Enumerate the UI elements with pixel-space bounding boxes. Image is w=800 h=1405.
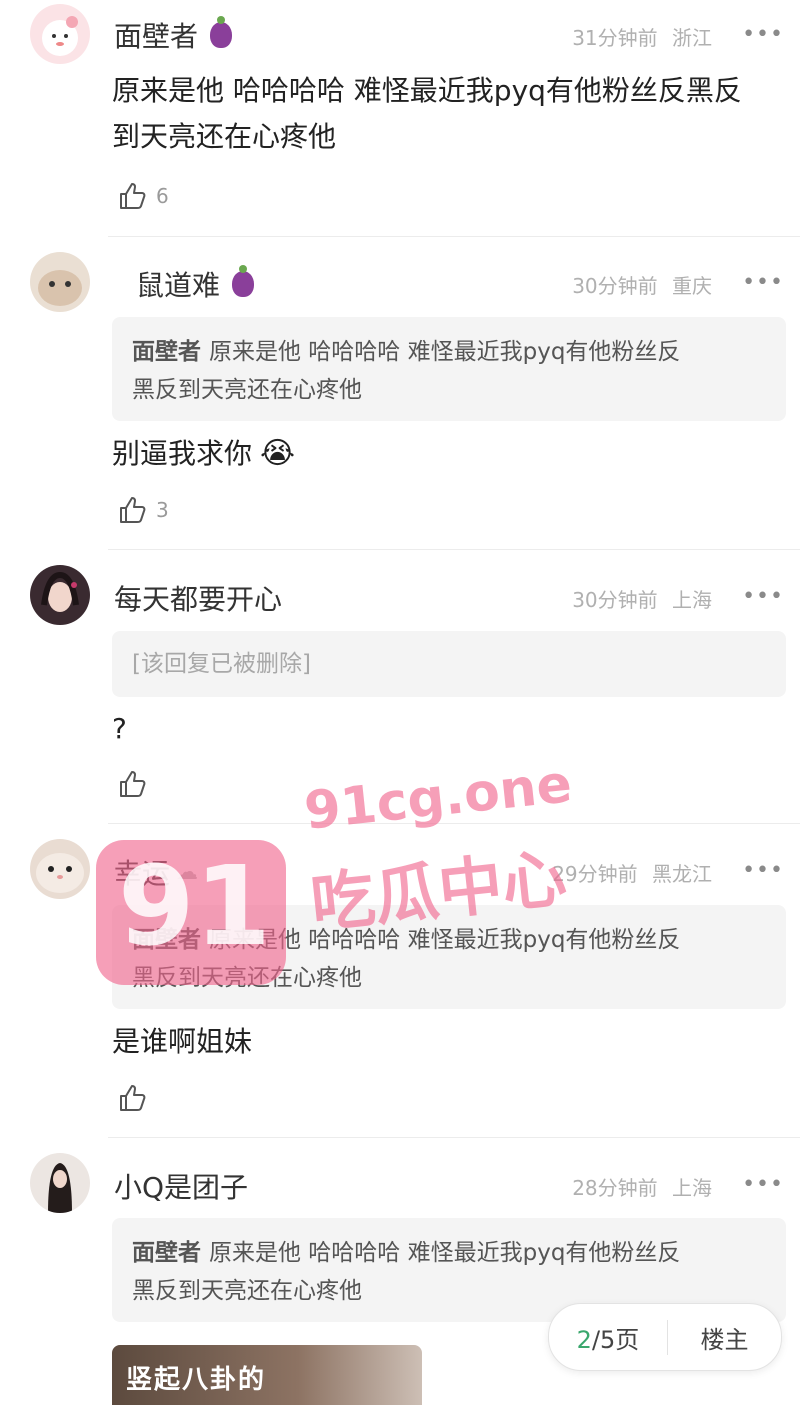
quoted-text-line: 黑反到天亮还在心疼他 xyxy=(132,377,362,403)
quoted-text-line: 黑反到天亮还在心疼他 xyxy=(132,965,362,991)
like-button[interactable] xyxy=(116,768,148,800)
like-button[interactable] xyxy=(116,1082,148,1114)
username-label: 小Q是团子 xyxy=(114,1171,249,1204)
quoted-reply[interactable]: 面壁者 原来是他 哈哈哈哈 难怪最近我pyq有他粉丝反 黑反到天亮还在心疼他 xyxy=(112,317,786,421)
comment-text: ? xyxy=(112,706,127,752)
crying-emoji-icon: 😭 xyxy=(260,436,296,471)
thumbs-up-icon xyxy=(120,1085,146,1111)
like-count: 6 xyxy=(156,184,169,208)
comment-time: 29分钟前 xyxy=(552,862,638,886)
avatar[interactable] xyxy=(30,4,90,64)
more-options-icon[interactable]: ••• xyxy=(742,584,784,609)
avatar-portrait-icon xyxy=(48,1163,72,1213)
more-options-icon[interactable]: ••• xyxy=(742,270,784,295)
comment-text-line: 原来是他 哈哈哈哈 难怪最近我pyq有他粉丝反黑反 xyxy=(112,74,742,107)
avatar[interactable] xyxy=(30,1153,90,1213)
comment-location: 黑龙江 xyxy=(652,862,712,886)
comment-text: 是谁啊姐妹 xyxy=(112,1019,252,1065)
comment-meta: 30分钟前 上海 xyxy=(572,584,712,613)
current-page: 2 xyxy=(576,1325,592,1354)
comment-location: 上海 xyxy=(672,588,712,612)
more-options-icon[interactable]: ••• xyxy=(742,1172,784,1197)
comment-meta: 30分钟前 重庆 xyxy=(572,270,712,299)
username[interactable]: 小Q是团子 xyxy=(114,1166,248,1206)
username[interactable]: 每天都要开心 xyxy=(114,578,282,618)
comment-time: 31分钟前 xyxy=(572,26,658,50)
avatar-cartoon-icon xyxy=(42,16,78,56)
username-label: 鼠道难 xyxy=(136,269,221,302)
username[interactable]: 幸运 ☁ xyxy=(114,852,198,892)
avatar-portrait-icon xyxy=(41,571,79,612)
quoted-text-line: 原来是他 哈哈哈哈 难怪最近我pyq有他粉丝反 xyxy=(209,339,681,365)
page-indicator-button[interactable]: 2/5页 xyxy=(549,1319,668,1355)
comment-time: 28分钟前 xyxy=(572,1176,658,1200)
comment-meta: 29分钟前 黑龙江 xyxy=(552,858,712,887)
eggplant-badge-icon xyxy=(210,16,233,48)
sheep-badge-icon: ☁ xyxy=(176,859,199,885)
page-navigator: 2/5页 楼主 xyxy=(548,1303,782,1371)
thumbs-up-icon xyxy=(120,771,146,797)
divider xyxy=(108,549,800,550)
thumbs-up-icon xyxy=(120,183,146,209)
avatar[interactable] xyxy=(30,565,90,625)
comment-image-caption: 竖起八卦的 xyxy=(126,1365,267,1395)
username-label: 面壁者 xyxy=(114,20,199,53)
comment-text-line: ? xyxy=(112,712,127,745)
comment-text: 原来是他 哈哈哈哈 难怪最近我pyq有他粉丝反黑反 到天亮还在心疼他 xyxy=(112,68,742,160)
avatar-hamster-icon xyxy=(38,270,82,306)
avatar[interactable] xyxy=(30,252,90,312)
divider xyxy=(108,1137,800,1138)
comment-meta: 31分钟前 浙江 xyxy=(572,22,712,51)
comment-text-line: 是谁啊姐妹 xyxy=(112,1025,253,1058)
comment-text-line: 别逼我求你 xyxy=(112,437,253,470)
deleted-reply: [该回复已被删除] xyxy=(112,631,786,697)
comment-location: 上海 xyxy=(672,1176,712,1200)
eggplant-badge-icon xyxy=(232,265,255,297)
comment-location: 重庆 xyxy=(672,274,712,298)
quoted-username: 面壁者 xyxy=(132,339,201,365)
username-label: 每天都要开心 xyxy=(114,583,283,616)
divider xyxy=(108,236,800,237)
quoted-username: 面壁者 xyxy=(132,1240,201,1266)
more-options-icon[interactable]: ••• xyxy=(742,22,784,47)
comment-meta: 28分钟前 上海 xyxy=(572,1172,712,1201)
comment-text-line: 到天亮还在心疼他 xyxy=(112,120,337,153)
like-button[interactable]: 3 xyxy=(116,494,169,526)
quoted-text-line: 原来是他 哈哈哈哈 难怪最近我pyq有他粉丝反 xyxy=(209,1240,681,1266)
thumbs-up-icon xyxy=(120,497,146,523)
comment-location: 浙江 xyxy=(672,26,712,50)
watermark-domain: 91cg.one xyxy=(301,754,575,842)
comment-text: 别逼我求你 😭 xyxy=(112,431,295,477)
avatar-hamster-icon xyxy=(36,853,84,893)
quoted-reply[interactable]: 面壁者 原来是他 哈哈哈哈 难怪最近我pyq有他粉丝反 黑反到天亮还在心疼他 xyxy=(112,905,786,1009)
like-button[interactable]: 6 xyxy=(116,180,169,212)
like-count: 3 xyxy=(156,498,169,522)
deleted-reply-text: [该回复已被删除] xyxy=(132,651,311,677)
comment-time: 30分钟前 xyxy=(572,588,658,612)
avatar[interactable] xyxy=(30,839,90,899)
owner-only-button[interactable]: 楼主 xyxy=(668,1320,781,1355)
comment-time: 30分钟前 xyxy=(572,274,658,298)
total-pages: /5页 xyxy=(591,1325,640,1354)
divider xyxy=(108,823,800,824)
comment-image[interactable]: 竖起八卦的 xyxy=(112,1345,422,1405)
username-label: 幸运 xyxy=(114,857,171,890)
more-options-icon[interactable]: ••• xyxy=(742,858,784,883)
username[interactable]: 鼠道难 xyxy=(136,264,255,304)
quoted-username: 面壁者 xyxy=(132,927,201,953)
username[interactable]: 面壁者 xyxy=(114,15,233,55)
quoted-text-line: 原来是他 哈哈哈哈 难怪最近我pyq有他粉丝反 xyxy=(209,927,681,953)
